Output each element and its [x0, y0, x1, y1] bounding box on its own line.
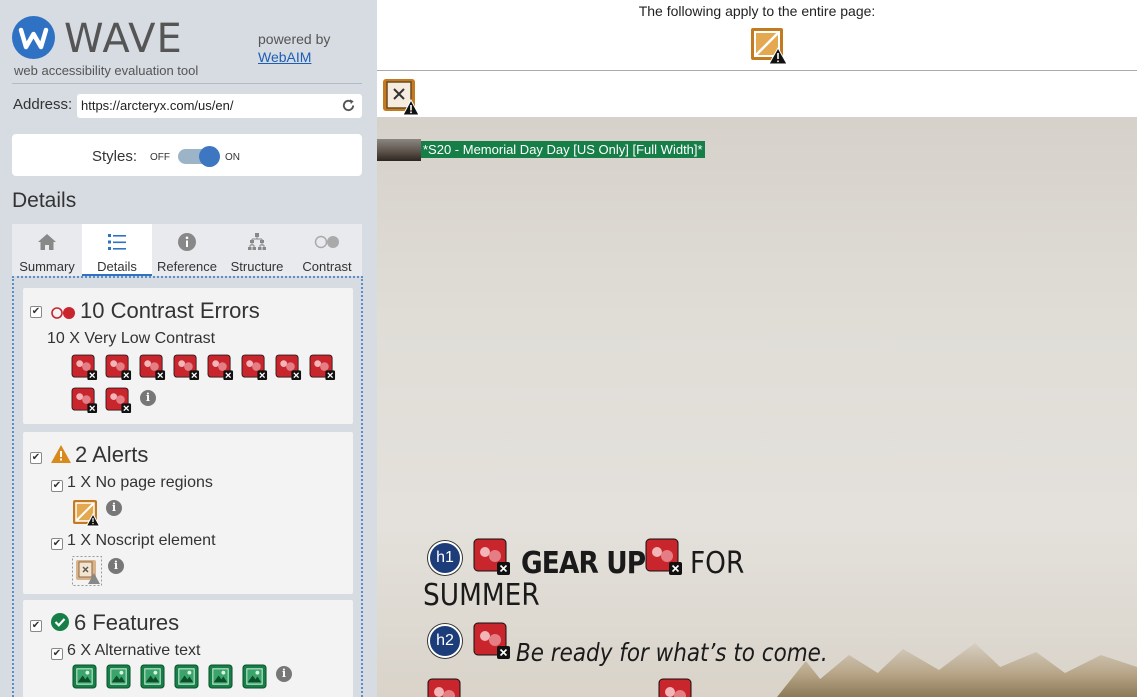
noscript-icon[interactable] [72, 556, 102, 586]
address-value: https://arcteryx.com/us/en/ [81, 98, 234, 113]
tab-reference[interactable]: Reference [152, 224, 222, 276]
contrast-error-icon[interactable] [645, 538, 683, 576]
contrast-error-icon[interactable] [173, 354, 200, 381]
noscript-icon[interactable] [382, 78, 420, 116]
tab-contrast[interactable]: Contrast [292, 224, 362, 276]
home-icon [38, 234, 56, 250]
tab-reference-label: Reference [157, 259, 217, 274]
contrast-error-icon[interactable] [275, 354, 302, 381]
contrast-error-icon[interactable] [309, 354, 336, 381]
alert-icon [51, 445, 71, 463]
noscript-checkbox[interactable]: ✔ [51, 538, 63, 550]
details-panel: ✔ 10 Contrast Errors 10 X Very Low Contr… [12, 276, 363, 697]
wave-logo-icon [12, 16, 55, 59]
sitemap-icon [248, 233, 266, 250]
hero-banner: *S20 - Memorial Day Day [US Only] [Full … [377, 117, 1137, 697]
contrast-error-icon[interactable] [473, 538, 511, 576]
page-wide-notes: The following apply to the entire page: [377, 0, 1137, 71]
alt-text-checkbox[interactable]: ✔ [51, 648, 63, 660]
tab-structure-label: Structure [230, 259, 284, 274]
no-page-regions-icon[interactable] [750, 27, 788, 65]
styles-off-label: OFF [150, 152, 170, 163]
styles-toggle-panel: Styles: OFF ON [12, 134, 362, 176]
contrast-errors-section: ✔ 10 Contrast Errors 10 X Very Low Contr… [23, 288, 353, 424]
webaim-link[interactable]: WebAIM [258, 48, 330, 66]
alt-text-icon[interactable] [208, 664, 233, 689]
tree-silhouette [777, 643, 1137, 697]
divider [12, 83, 362, 84]
sidebar-tabs: Summary Details Reference Structure Cont… [12, 224, 362, 276]
features-title: 6 Features [74, 610, 180, 635]
page-note-text: The following apply to the entire page: [638, 3, 876, 19]
wave-logo[interactable]: WAVE web accessibility evaluation tool p… [12, 14, 364, 82]
noscript-info-icon[interactable]: i [108, 558, 124, 574]
hero-alt-text: *S20 - Memorial Day Day [US Only] [Full … [421, 141, 705, 158]
contrast-icon [314, 235, 339, 249]
address-label: Address: [13, 96, 73, 113]
styles-toggle-knob[interactable] [199, 146, 220, 167]
no-page-regions-label: 1 X No page regions [67, 474, 213, 491]
powered-by-text: powered by [258, 31, 331, 47]
very-low-contrast-label: 10 X Very Low Contrast [47, 330, 216, 347]
wave-title: WAVE [64, 16, 183, 62]
alerts-checkbox[interactable]: ✔ [30, 452, 42, 464]
heading-summer: SUMMER [423, 578, 540, 613]
contrast-error-icon[interactable] [473, 622, 511, 660]
list-icon [108, 234, 126, 250]
alt-text-icon[interactable] [140, 664, 165, 689]
no-page-regions-checkbox[interactable]: ✔ [51, 480, 63, 492]
tab-structure[interactable]: Structure [222, 224, 292, 276]
tab-summary[interactable]: Summary [12, 224, 82, 276]
hero-heading: h1 GEAR UP FOR [423, 538, 823, 581]
contrast-error-icon[interactable] [427, 678, 465, 697]
details-heading: Details [12, 189, 77, 212]
powered-by: powered by WebAIM [258, 30, 330, 66]
hero-image-thumbnail [377, 139, 421, 161]
check-circle-icon [51, 613, 69, 631]
contrast-error-icon[interactable] [71, 354, 98, 381]
alt-text-icon[interactable] [72, 664, 97, 689]
contrast-errors-checkbox[interactable]: ✔ [30, 306, 42, 318]
wave-subtitle: web accessibility evaluation tool [14, 63, 199, 78]
hero-tagline: Be ready for what’s to come. [516, 638, 828, 667]
no-page-regions-info-icon[interactable]: i [106, 500, 122, 516]
contrast-error-icon[interactable] [105, 354, 132, 381]
h2-badge[interactable]: h2 [428, 624, 462, 658]
features-checkbox[interactable]: ✔ [30, 620, 42, 632]
tab-summary-label: Summary [19, 259, 75, 274]
info-icon [178, 233, 196, 251]
refresh-icon[interactable] [341, 98, 356, 113]
tab-details[interactable]: Details [82, 224, 152, 276]
alerts-section: ✔ 2 Alerts ✔ 1 X No page regions i ✔ 1 X… [23, 432, 353, 594]
contrast-error-icon[interactable] [241, 354, 268, 381]
alt-text-icon[interactable] [174, 664, 199, 689]
styles-on-label: ON [225, 152, 240, 163]
contrast-error-icon[interactable] [105, 387, 132, 414]
evaluated-page: The following apply to the entire page: … [377, 0, 1137, 697]
noscript-label: 1 X Noscript element [67, 532, 216, 549]
contrast-error-icon[interactable] [71, 387, 98, 414]
alt-text-icon[interactable] [242, 664, 267, 689]
alt-text-label: 6 X Alternative text [67, 642, 201, 659]
noscript-bar [377, 72, 1137, 117]
contrast-info-icon[interactable]: i [140, 390, 156, 406]
contrast-error-icon[interactable] [139, 354, 166, 381]
heading-for: FOR [690, 546, 745, 581]
tab-contrast-label: Contrast [302, 259, 352, 274]
contrast-errors-title: 10 Contrast Errors [80, 298, 260, 323]
wave-sidebar: WAVE web accessibility evaluation tool p… [0, 0, 377, 697]
heading-gear-up: GEAR UP [521, 546, 646, 581]
contrast-error-icon[interactable] [658, 678, 696, 697]
contrast-icon [51, 307, 75, 319]
styles-label: Styles: [92, 148, 138, 165]
alt-text-info-icon[interactable]: i [276, 666, 292, 682]
alt-text-icon[interactable] [106, 664, 131, 689]
h1-badge[interactable]: h1 [428, 541, 462, 575]
no-page-regions-icon[interactable] [72, 499, 100, 527]
features-section: ✔ 6 Features ✔ 6 X Alternative text i [23, 600, 353, 697]
alerts-title: 2 Alerts [75, 442, 149, 467]
contrast-error-icon[interactable] [207, 354, 234, 381]
tab-details-label: Details [97, 259, 137, 274]
address-input[interactable]: https://arcteryx.com/us/en/ [77, 94, 362, 118]
